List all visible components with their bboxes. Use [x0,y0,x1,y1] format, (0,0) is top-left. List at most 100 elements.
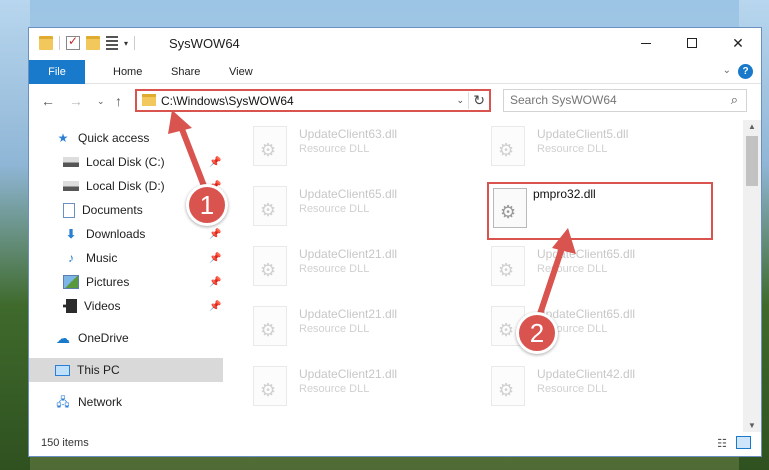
file-type: Resource DLL [537,383,608,395]
sidebar-item-label: Downloads [86,227,146,241]
maximize-icon [687,38,697,48]
tab-file[interactable]: File [29,60,85,84]
file-item[interactable]: UpdateClient21.dll Resource DLL [225,360,445,416]
sidebar-item-onedrive[interactable]: ☁ OneDrive [55,326,249,350]
file-list: UpdateClient63.dll Resource DLL UpdateCl… [225,120,743,432]
search-field[interactable]: ⌕ [503,89,747,112]
ribbon-tabs: File Home Share View ⌄ ? [29,60,761,84]
file-type: Resource DLL [537,263,608,275]
explorer-body: ★ Quick access Local Disk (C:) 📌 Local D… [29,120,761,432]
sidebar-item-label: Music [86,251,118,265]
pin-icon: 📌 [209,300,222,312]
tab-home[interactable]: Home [99,60,156,84]
file-item[interactable]: UpdateClient5.dll Resource DLL [463,120,683,176]
address-path[interactable]: C:\Windows\SysWOW64 [161,94,294,108]
dll-file-icon [253,306,287,346]
title-bar: ▾ SysWOW64 ✕ [29,28,761,60]
sidebar-item-label: Pictures [86,275,130,289]
search-icon[interactable]: ⌕ [731,92,738,108]
sidebar-item-network[interactable]: 🖧 Network [55,390,249,414]
status-bar: 150 items ☷ [29,432,761,456]
dll-file-icon [493,188,527,228]
file-name: UpdateClient65.dll [299,187,398,201]
file-name: pmpro32.dll [533,187,596,201]
up-button[interactable]: ↑ [115,93,122,109]
dll-file-icon [253,126,287,166]
forward-button[interactable]: → [69,93,83,109]
window-title: SysWOW64 [169,36,240,51]
desktop-background-left [0,0,30,470]
tab-view[interactable]: View [215,60,267,84]
file-type: Resource DLL [299,263,370,275]
scroll-thumb[interactable] [746,136,758,186]
toolbar-divider [134,36,136,50]
refresh-button[interactable]: ↻ [468,92,485,109]
sidebar-item-this-pc[interactable]: This PC [29,358,223,382]
file-item[interactable]: UpdateClient21.dll Resource DLL [225,240,445,296]
close-button[interactable]: ✕ [715,28,761,58]
help-icon[interactable]: ? [738,64,753,79]
item-count: 150 items [41,437,89,449]
pin-icon: 📌 [209,228,222,240]
disk-icon [63,181,79,191]
large-icons-view-icon[interactable] [736,436,751,449]
cloud-icon: ☁ [56,330,70,346]
file-type: Resource DLL [299,383,370,395]
minimize-icon [641,42,651,44]
file-item[interactable]: UpdateClient65.dll Resource DLL [225,180,445,236]
sidebar-item-label: Network [78,395,123,409]
sidebar-item-label: Documents [82,203,143,217]
recent-locations-chevron-icon[interactable]: ⌄ [97,96,105,107]
tab-share[interactable]: Share [157,60,214,84]
file-item[interactable]: UpdateClient42.dll Resource DLL [463,360,683,416]
close-icon: ✕ [732,34,744,51]
folder-icon[interactable] [39,36,53,50]
file-item-pmpro32[interactable]: pmpro32.dll [487,182,713,240]
dll-file-icon [491,246,525,286]
videos-icon [63,299,77,313]
address-field[interactable]: C:\Windows\SysWOW64 ⌄ ↻ [135,89,491,112]
file-name: UpdateClient42.dll [537,367,636,381]
file-name: UpdateClient21.dll [299,247,398,261]
address-bar-row: ← → ⌄ ↑ C:\Windows\SysWOW64 ⌄ ↻ ⌕ [29,84,761,118]
file-type: Resource DLL [299,323,370,335]
vertical-scrollbar[interactable]: ▲ ▼ [743,120,761,432]
file-name: UpdateClient63.dll [299,127,398,141]
customize-toolbar-chevron-icon[interactable]: ▾ [124,39,128,48]
folder-icon [142,94,156,106]
star-icon: ★ [57,131,69,145]
scroll-up-arrow-icon[interactable]: ▲ [748,122,756,131]
pin-icon: 📌 [209,276,222,288]
file-item[interactable]: UpdateClient21.dll Resource DLL [225,300,445,356]
properties-icon[interactable] [106,36,118,50]
address-dropdown-chevron-icon[interactable]: ⌄ [456,95,464,106]
scroll-down-arrow-icon[interactable]: ▼ [748,421,756,430]
dll-file-icon [253,186,287,226]
file-name: UpdateClient21.dll [299,367,398,381]
file-type: Resource DLL [299,203,370,215]
sidebar-item-label: Videos [84,299,121,313]
file-item[interactable]: UpdateClient65.dll Resource DLL [463,240,683,296]
pin-icon: 📌 [209,252,222,264]
sidebar-item-label: Local Disk (D:) [86,179,165,193]
file-name: UpdateClient21.dll [299,307,398,321]
file-type: Resource DLL [299,143,370,155]
new-folder-icon[interactable] [86,36,100,50]
dll-file-icon [491,126,525,166]
sidebar-item-quick-access[interactable]: ★ Quick access [55,126,249,150]
sidebar-item-label: Local Disk (C:) [86,155,165,169]
computer-icon [55,364,70,376]
search-input[interactable] [510,93,710,107]
maximize-button[interactable] [669,28,715,58]
dll-file-icon [253,366,287,406]
details-view-icon[interactable]: ☷ [717,437,727,450]
file-item[interactable]: UpdateClient63.dll Resource DLL [225,120,445,176]
properties-check-icon[interactable] [66,34,80,50]
expand-ribbon-chevron-icon[interactable]: ⌄ [723,65,731,76]
pictures-icon [63,275,79,289]
file-item[interactable]: UpdateClient65.dll Resource DLL [463,300,683,356]
back-button[interactable]: ← [41,93,55,109]
minimize-button[interactable] [623,28,669,58]
file-name: UpdateClient65.dll [537,247,636,261]
explorer-window: ▾ SysWOW64 ✕ File Home Share View ⌄ ? ← … [28,27,762,457]
